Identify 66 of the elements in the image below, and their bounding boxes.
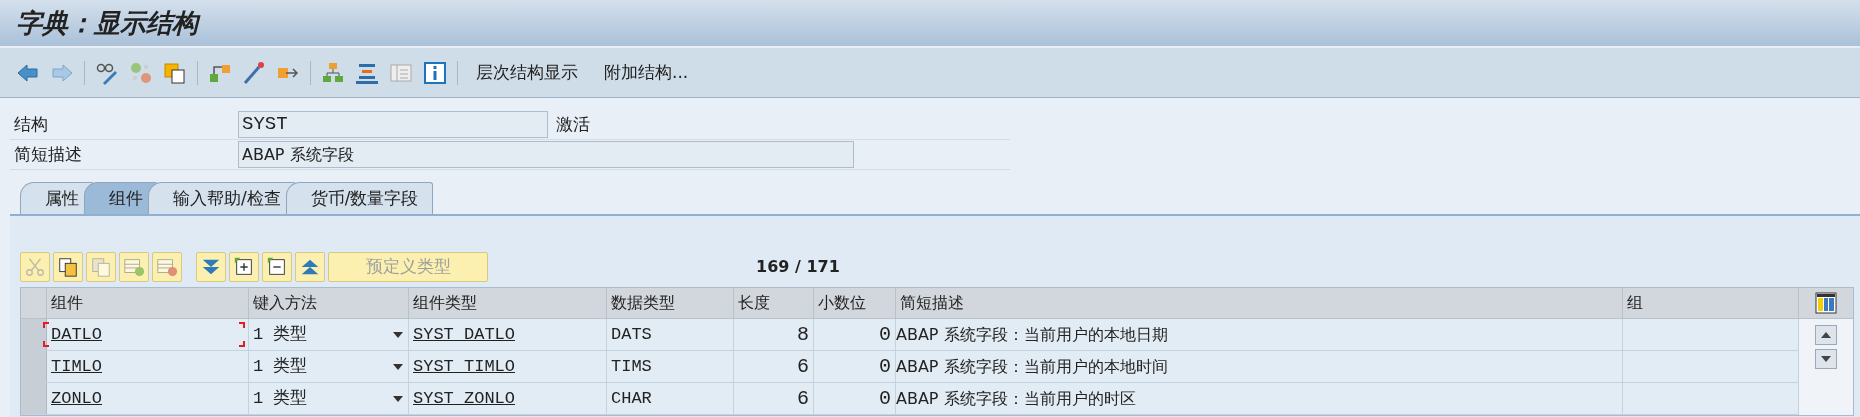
dropdown-caret-icon (392, 362, 404, 371)
table-cell-text: ABAP 系统字段：当前用户的本地日期 (896, 323, 1168, 346)
dropdown-caret-icon (392, 330, 404, 339)
component-type-link[interactable]: SYST_ZONLO (413, 385, 516, 412)
column-header[interactable]: 组 (1623, 288, 1799, 318)
magic-wand-icon[interactable] (242, 60, 266, 85)
column-header[interactable]: 组件 (47, 288, 249, 318)
table-cell-text: 0 (879, 385, 891, 412)
remove-node-button[interactable] (262, 252, 292, 282)
component-name-link[interactable]: DATLO (51, 321, 102, 348)
toolbar-button[interactable]: 层次结构显示 (468, 59, 586, 86)
scissors-icon (24, 256, 46, 278)
table-cell-text: TIMS (611, 355, 652, 378)
dropdown-caret-icon (392, 394, 404, 403)
column-header[interactable]: 键入方法 (249, 288, 409, 318)
paste-icon (90, 256, 112, 278)
component-type-link[interactable]: SYST_TIMLO (413, 353, 516, 380)
row-counter: 169 / 171 (756, 256, 840, 278)
typing-method-dropdown[interactable]: 1 类型 (249, 351, 409, 382)
delete-row-icon (156, 256, 178, 278)
column-header[interactable]: 小数位 (814, 288, 896, 318)
table-cell-text: DATS (611, 323, 652, 346)
toolbar-button[interactable]: 附加结构... (596, 59, 697, 86)
status-text: 激活 (556, 112, 590, 136)
table-cell-text: 6 (797, 353, 809, 380)
component-type-link[interactable]: SYST_DATLO (413, 321, 516, 348)
add-node-button[interactable] (229, 252, 259, 282)
field-label: 简短描述 (13, 142, 83, 166)
field-label: 结构 (13, 112, 49, 136)
field-value[interactable]: SYST (238, 111, 548, 138)
tab[interactable]: 货币/数量字段 (285, 182, 434, 214)
typing-method-dropdown[interactable]: 1 类型 (249, 319, 409, 350)
column-header[interactable]: 长度 (734, 288, 814, 318)
info-icon[interactable] (423, 60, 447, 85)
component-name-link[interactable]: ZONLO (51, 385, 102, 412)
column-header[interactable]: 组件类型 (409, 288, 607, 318)
copy-icon (57, 256, 79, 278)
collapse-button[interactable] (295, 252, 325, 282)
table-cell-text: 0 (879, 321, 891, 348)
down-triangle-icon (1820, 355, 1832, 363)
component-name-link[interactable]: TIMLO (51, 353, 102, 380)
tab[interactable]: 输入帮助/检查 (148, 182, 296, 214)
delete-row-button[interactable] (152, 252, 182, 282)
insert-row-icon (123, 256, 145, 278)
scroll-down-button[interactable] (1815, 349, 1837, 369)
remove-node-icon (266, 256, 288, 278)
table-cell-text: CHAR (611, 387, 652, 410)
row-selector[interactable] (21, 319, 47, 350)
copy-button[interactable] (53, 252, 83, 282)
column-settings-icon[interactable] (1815, 292, 1837, 314)
add-node-icon (233, 256, 255, 278)
copy-document-icon[interactable] (163, 60, 187, 85)
scroll-up-button[interactable] (1815, 325, 1837, 345)
table-cell-text: 6 (797, 385, 809, 412)
up-triangle-icon (1820, 331, 1832, 339)
typing-method-dropdown[interactable]: 1 类型 (249, 383, 409, 414)
column-header[interactable]: 简短描述 (896, 288, 1623, 318)
hierarchy-icon[interactable] (321, 60, 345, 85)
table-cell-text: ABAP 系统字段：当前用户的本地时间 (896, 355, 1168, 378)
table-cell-text: 8 (797, 321, 809, 348)
table-cell-text: ABAP 系统字段：当前用户的时区 (896, 387, 1136, 410)
tab[interactable]: 属性 (20, 182, 94, 214)
field-value[interactable]: ABAP 系统字段 (238, 141, 854, 168)
expand-button[interactable] (196, 252, 226, 282)
table-cell-text: 0 (879, 353, 891, 380)
column-header[interactable]: 数据类型 (607, 288, 734, 318)
